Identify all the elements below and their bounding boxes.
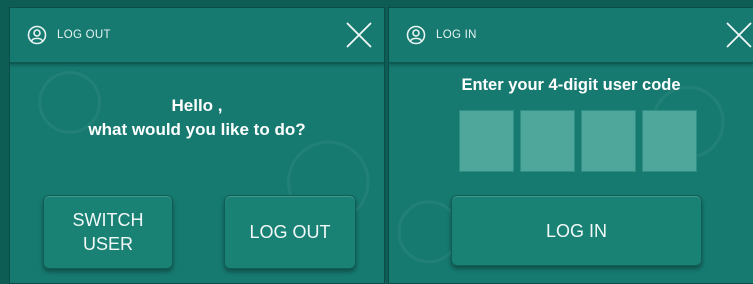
- logout-button-label: LOG OUT: [249, 222, 331, 242]
- switch-user-label-line-1: SWITCH: [72, 210, 144, 230]
- switch-user-button[interactable]: SWITCH USER: [43, 195, 173, 269]
- login-panel: LOG IN Enter your 4-digit user code LOG …: [388, 7, 753, 284]
- logout-title: LOG OUT: [57, 29, 111, 41]
- user-circle-icon: [27, 25, 47, 45]
- logout-header: LOG OUT: [10, 8, 384, 64]
- code-input-group: [459, 110, 697, 172]
- login-title: LOG IN: [436, 29, 477, 41]
- greeting-line-1: Hello ,: [171, 96, 223, 115]
- code-digit-2[interactable]: [520, 110, 575, 172]
- greeting-message: Hello , what would you like to do?: [10, 94, 384, 142]
- code-digit-3[interactable]: [581, 110, 636, 172]
- greeting-line-2: what would you like to do?: [88, 120, 306, 139]
- logout-panel: LOG OUT Hello , what would you like to d…: [9, 7, 385, 284]
- switch-user-label-line-2: USER: [82, 234, 133, 254]
- code-digit-4[interactable]: [642, 110, 697, 172]
- user-circle-icon: [406, 25, 426, 45]
- code-prompt: Enter your 4-digit user code: [461, 76, 681, 94]
- logout-button[interactable]: LOG OUT: [224, 195, 356, 269]
- code-digit-1[interactable]: [459, 110, 514, 172]
- login-button-label: LOG IN: [545, 220, 607, 241]
- close-icon[interactable]: [725, 21, 753, 49]
- login-button[interactable]: LOG IN: [451, 195, 702, 266]
- login-header: LOG IN: [389, 8, 753, 64]
- close-icon[interactable]: [345, 21, 373, 49]
